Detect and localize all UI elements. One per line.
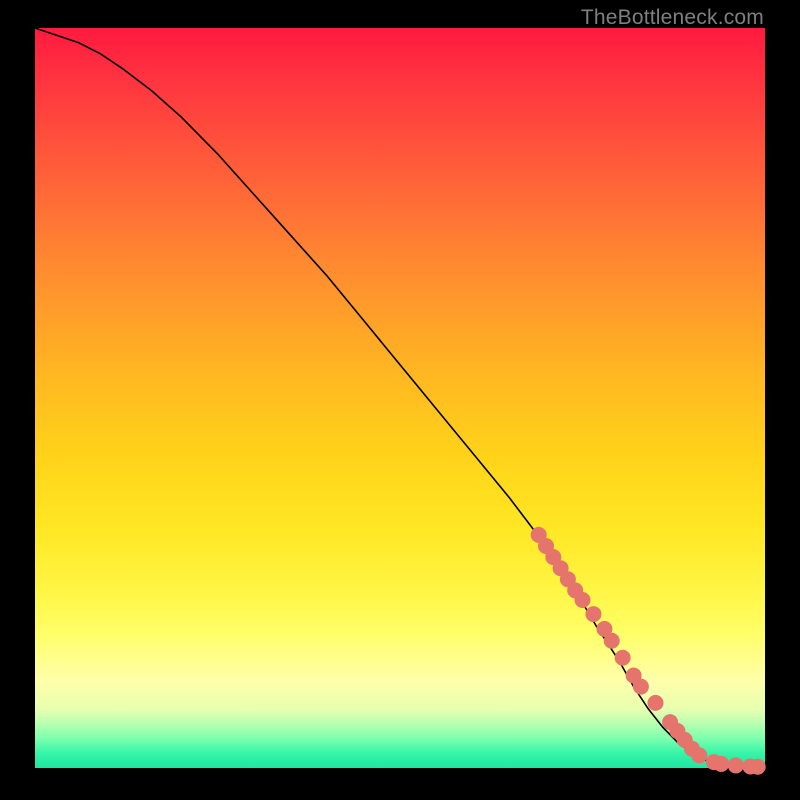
highlight-marker xyxy=(633,679,648,694)
highlight-marker xyxy=(586,607,601,622)
highlight-marker xyxy=(575,593,590,608)
highlight-marker xyxy=(750,759,765,774)
highlight-marker xyxy=(604,633,619,648)
bottleneck-curve-line xyxy=(35,28,765,767)
highlight-marker xyxy=(728,758,743,773)
highlight-marker xyxy=(692,748,707,763)
chart-overlay-svg xyxy=(35,28,765,768)
chart-stage: TheBottleneck.com xyxy=(0,0,800,800)
highlighted-points-group xyxy=(531,527,765,774)
highlight-marker xyxy=(714,756,729,771)
watermark-text: TheBottleneck.com xyxy=(581,6,764,30)
highlight-marker xyxy=(615,650,630,665)
highlight-marker xyxy=(648,695,663,710)
